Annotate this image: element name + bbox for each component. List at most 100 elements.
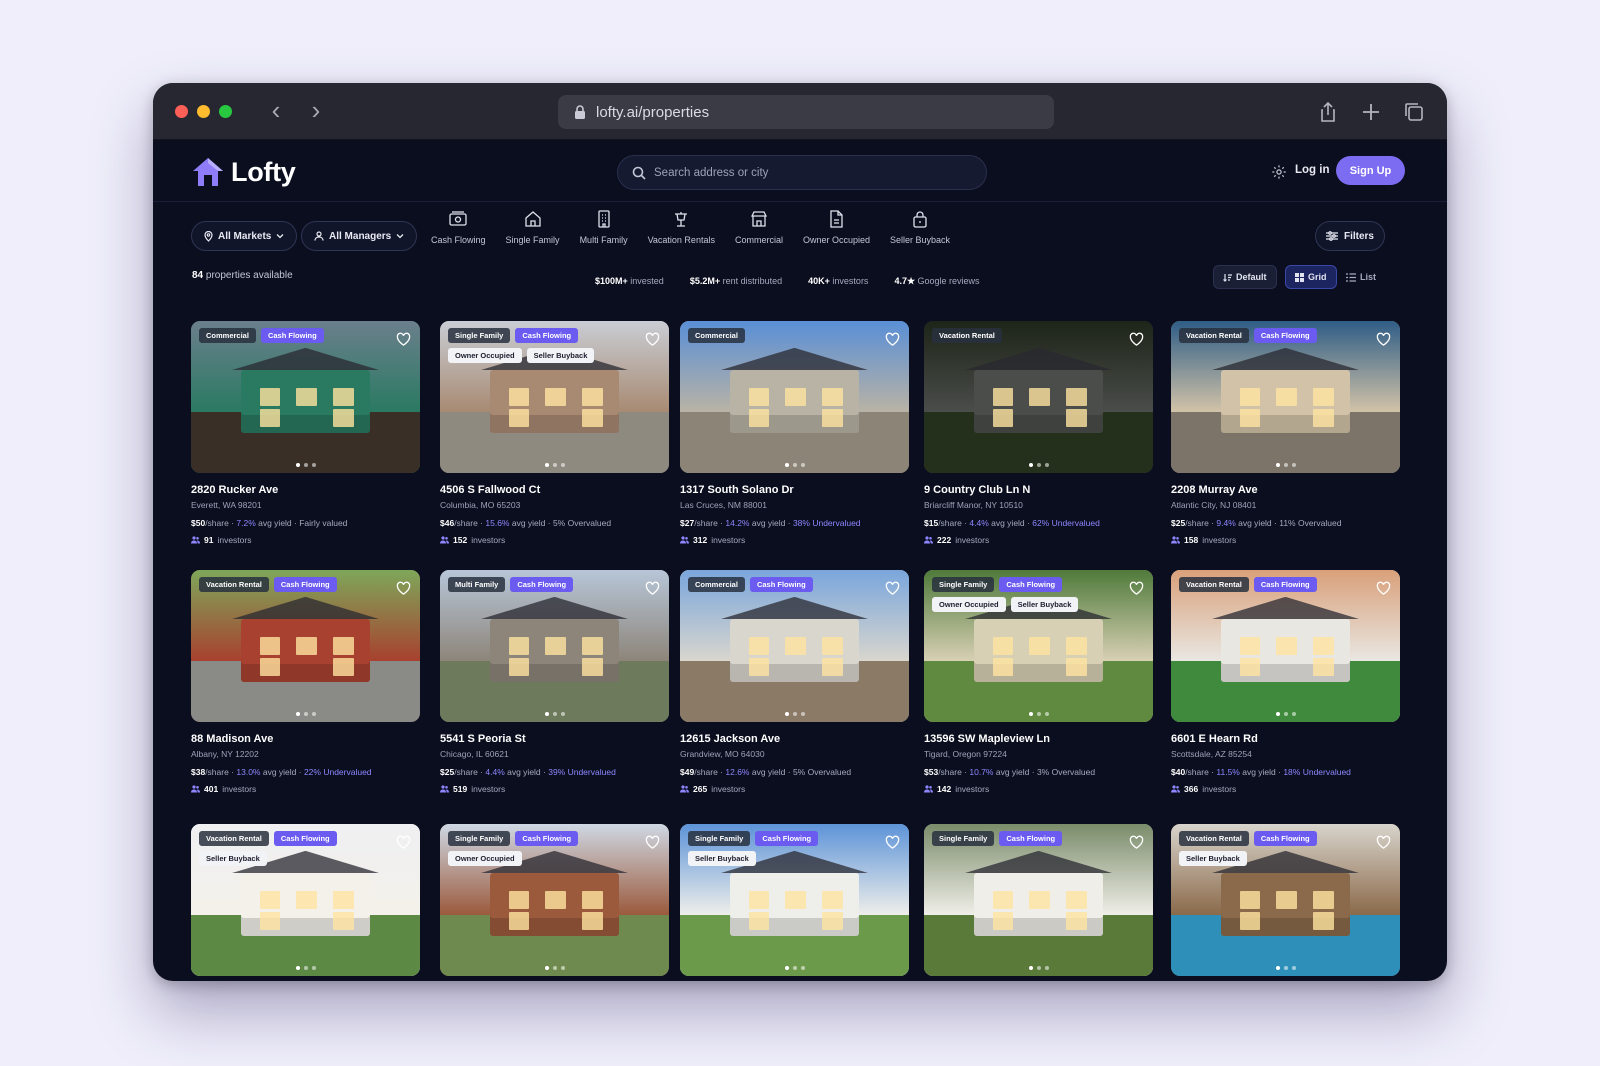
carousel-dots[interactable] xyxy=(1028,966,1049,970)
logo[interactable]: Lofty xyxy=(191,156,296,188)
new-tab-icon[interactable] xyxy=(1359,100,1383,124)
carousel-dots[interactable] xyxy=(295,463,316,467)
carousel-dot[interactable] xyxy=(792,966,797,970)
heart-icon[interactable] xyxy=(1376,581,1391,596)
carousel-dots[interactable] xyxy=(1275,463,1296,467)
carousel-dot[interactable] xyxy=(1036,966,1041,970)
property-card[interactable]: Multi Family Cash Flowing 5541 S Peoria St… xyxy=(440,570,669,794)
property-photo[interactable]: Multi Family Cash Flowing xyxy=(440,570,669,722)
search-input[interactable] xyxy=(654,166,954,179)
carousel-dot[interactable] xyxy=(1028,463,1033,467)
property-photo[interactable]: Single Family Cash Flowing xyxy=(924,824,1153,976)
tabs-overview-icon[interactable] xyxy=(1402,100,1426,124)
heart-icon[interactable] xyxy=(396,581,411,596)
heart-icon[interactable] xyxy=(885,581,900,596)
property-card[interactable]: Vacation Rental Cash Flowing 88 Madison Av… xyxy=(191,570,420,794)
carousel-dots[interactable] xyxy=(544,712,565,716)
carousel-dot[interactable] xyxy=(1044,712,1049,716)
property-card[interactable]: Vacation Rental Cash Flowing Seller Buybac… xyxy=(1171,824,1400,976)
property-card[interactable]: Single Family Cash Flowing xyxy=(924,824,1153,976)
heart-icon[interactable] xyxy=(885,332,900,347)
property-address[interactable]: 12615 Jackson Ave xyxy=(680,733,909,745)
carousel-dot[interactable] xyxy=(544,463,549,467)
carousel-dots[interactable] xyxy=(784,463,805,467)
property-address[interactable]: 1317 South Solano Dr xyxy=(680,484,909,496)
markets-dropdown[interactable]: All Markets xyxy=(191,221,298,251)
grid-view-toggle[interactable]: Grid xyxy=(1285,265,1337,289)
category-cash-flowing[interactable]: Cash Flowing xyxy=(421,209,496,245)
carousel-dot[interactable] xyxy=(303,463,308,467)
property-card[interactable]: Vacation Rental 9 Country Club Ln N Briarc… xyxy=(924,321,1153,545)
heart-icon[interactable] xyxy=(1376,835,1391,850)
property-card[interactable]: Single Family Cash Flowing Owner Occupied S… xyxy=(440,321,669,545)
property-address[interactable]: 2208 Murray Ave xyxy=(1171,484,1400,496)
heart-icon[interactable] xyxy=(645,835,660,850)
property-address[interactable]: 13596 SW Mapleview Ln xyxy=(924,733,1153,745)
carousel-dot[interactable] xyxy=(792,712,797,716)
carousel-dot[interactable] xyxy=(1275,463,1280,467)
property-photo[interactable]: Single Family Cash Flowing Owner Occupied S… xyxy=(924,570,1153,722)
close-window-button[interactable] xyxy=(175,105,188,118)
carousel-dot[interactable] xyxy=(552,966,557,970)
gear-icon[interactable] xyxy=(1271,164,1287,180)
carousel-dot[interactable] xyxy=(295,463,300,467)
heart-icon[interactable] xyxy=(396,332,411,347)
carousel-dot[interactable] xyxy=(295,966,300,970)
category-single-family[interactable]: Single Family xyxy=(496,209,570,245)
heart-icon[interactable] xyxy=(645,581,660,596)
carousel-dots[interactable] xyxy=(544,463,565,467)
minimize-window-button[interactable] xyxy=(197,105,210,118)
forward-icon[interactable]: › xyxy=(303,97,329,125)
property-card[interactable]: Single Family Cash Flowing Owner Occupied xyxy=(440,824,669,976)
heart-icon[interactable] xyxy=(1129,581,1144,596)
heart-icon[interactable] xyxy=(1376,332,1391,347)
heart-icon[interactable] xyxy=(1129,835,1144,850)
carousel-dot[interactable] xyxy=(1291,966,1296,970)
carousel-dot[interactable] xyxy=(295,712,300,716)
carousel-dot[interactable] xyxy=(1283,463,1288,467)
property-address[interactable]: 9 Country Club Ln N xyxy=(924,484,1153,496)
carousel-dot[interactable] xyxy=(800,966,805,970)
sort-button[interactable]: Default xyxy=(1213,265,1277,289)
property-address[interactable]: 2820 Rucker Ave xyxy=(191,484,420,496)
carousel-dot[interactable] xyxy=(784,966,789,970)
property-photo[interactable]: Commercial Cash Flowing xyxy=(191,321,420,473)
carousel-dot[interactable] xyxy=(800,712,805,716)
carousel-dot[interactable] xyxy=(784,463,789,467)
property-photo[interactable]: Vacation Rental Cash Flowing xyxy=(1171,570,1400,722)
category-owner-occupied[interactable]: Owner Occupied xyxy=(793,209,880,245)
heart-icon[interactable] xyxy=(645,332,660,347)
category-vacation-rentals[interactable]: Vacation Rentals xyxy=(638,209,725,245)
carousel-dot[interactable] xyxy=(560,712,565,716)
carousel-dots[interactable] xyxy=(784,966,805,970)
carousel-dots[interactable] xyxy=(295,712,316,716)
carousel-dot[interactable] xyxy=(311,966,316,970)
signup-button[interactable]: Sign Up xyxy=(1336,156,1405,185)
carousel-dots[interactable] xyxy=(1028,712,1049,716)
carousel-dot[interactable] xyxy=(792,463,797,467)
property-card[interactable]: Single Family Cash Flowing Seller Buyback xyxy=(680,824,909,976)
carousel-dot[interactable] xyxy=(311,712,316,716)
property-card[interactable]: Commercial 1317 South Solano Dr Las Cruces… xyxy=(680,321,909,545)
carousel-dot[interactable] xyxy=(303,966,308,970)
property-card[interactable]: Vacation Rental Cash Flowing 2208 Murray A… xyxy=(1171,321,1400,545)
carousel-dot[interactable] xyxy=(1291,712,1296,716)
category-commercial[interactable]: Commercial xyxy=(725,209,793,245)
property-photo[interactable]: Vacation Rental Cash Flowing Seller Buybac… xyxy=(191,824,420,976)
property-photo[interactable]: Vacation Rental Cash Flowing xyxy=(1171,321,1400,473)
carousel-dot[interactable] xyxy=(1283,712,1288,716)
carousel-dot[interactable] xyxy=(1044,463,1049,467)
property-photo[interactable]: Commercial xyxy=(680,321,909,473)
list-view-toggle[interactable]: List xyxy=(1337,265,1385,289)
category-seller-buyback[interactable]: Seller Buyback xyxy=(880,209,960,245)
filters-button[interactable]: Filters xyxy=(1315,221,1385,251)
maximize-window-button[interactable] xyxy=(219,105,232,118)
carousel-dot[interactable] xyxy=(303,712,308,716)
carousel-dots[interactable] xyxy=(1028,463,1049,467)
property-photo[interactable]: Vacation Rental Cash Flowing xyxy=(191,570,420,722)
carousel-dots[interactable] xyxy=(784,712,805,716)
login-link[interactable]: Log in xyxy=(1295,164,1330,176)
carousel-dot[interactable] xyxy=(784,712,789,716)
property-card[interactable]: Commercial Cash Flowing 2820 Rucker Ave Eve… xyxy=(191,321,420,545)
carousel-dot[interactable] xyxy=(1028,966,1033,970)
